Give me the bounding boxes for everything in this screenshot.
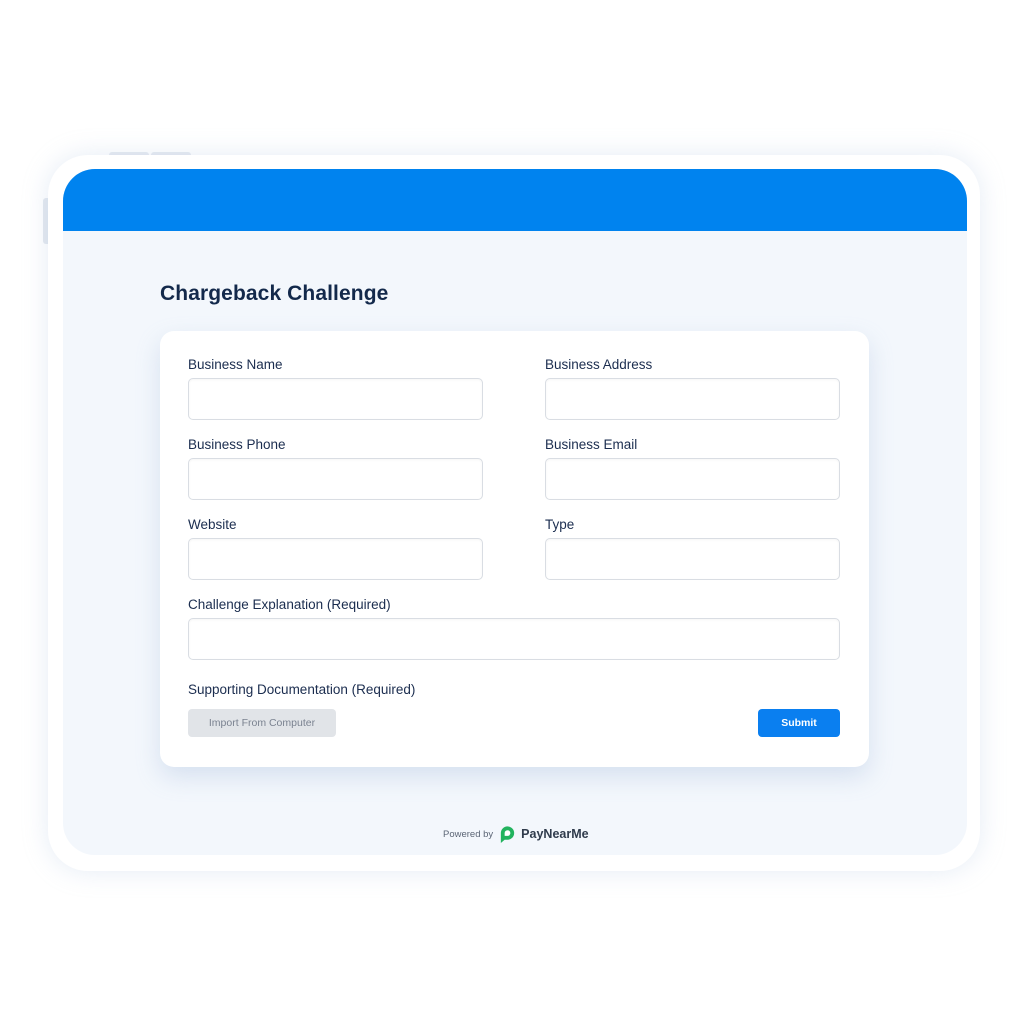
business-email-label: Business Email: [545, 437, 638, 452]
paynearme-logo-icon: [501, 825, 515, 843]
submit-button[interactable]: Submit: [758, 709, 840, 737]
challenge-explanation-input[interactable]: [188, 618, 840, 660]
page-title: Chargeback Challenge: [160, 282, 389, 305]
import-from-computer-button[interactable]: Import From Computer: [188, 709, 336, 737]
paynearme-brand-name: PayNearMe: [521, 827, 589, 841]
website-input[interactable]: [188, 538, 483, 580]
powered-by-footer: Powered by PayNearMe: [443, 824, 589, 844]
business-address-label: Business Address: [545, 357, 653, 372]
page-canvas: Chargeback Challenge Business Name Busin…: [0, 0, 1024, 1024]
website-label: Website: [188, 517, 237, 532]
type-input[interactable]: [545, 538, 840, 580]
header-bar: [63, 169, 967, 231]
business-phone-label: Business Phone: [188, 437, 286, 452]
business-name-input[interactable]: [188, 378, 483, 420]
challenge-explanation-label: Challenge Explanation (Required): [188, 597, 391, 612]
business-name-label: Business Name: [188, 357, 283, 372]
chargeback-form-card: Business Name Business Address Business …: [160, 331, 869, 767]
tablet-screen: Chargeback Challenge Business Name Busin…: [63, 169, 967, 855]
supporting-documentation-label: Supporting Documentation (Required): [188, 682, 416, 697]
type-label: Type: [545, 517, 575, 532]
business-email-input[interactable]: [545, 458, 840, 500]
business-address-input[interactable]: [545, 378, 840, 420]
business-phone-input[interactable]: [188, 458, 483, 500]
powered-by-text: Powered by: [443, 828, 494, 840]
